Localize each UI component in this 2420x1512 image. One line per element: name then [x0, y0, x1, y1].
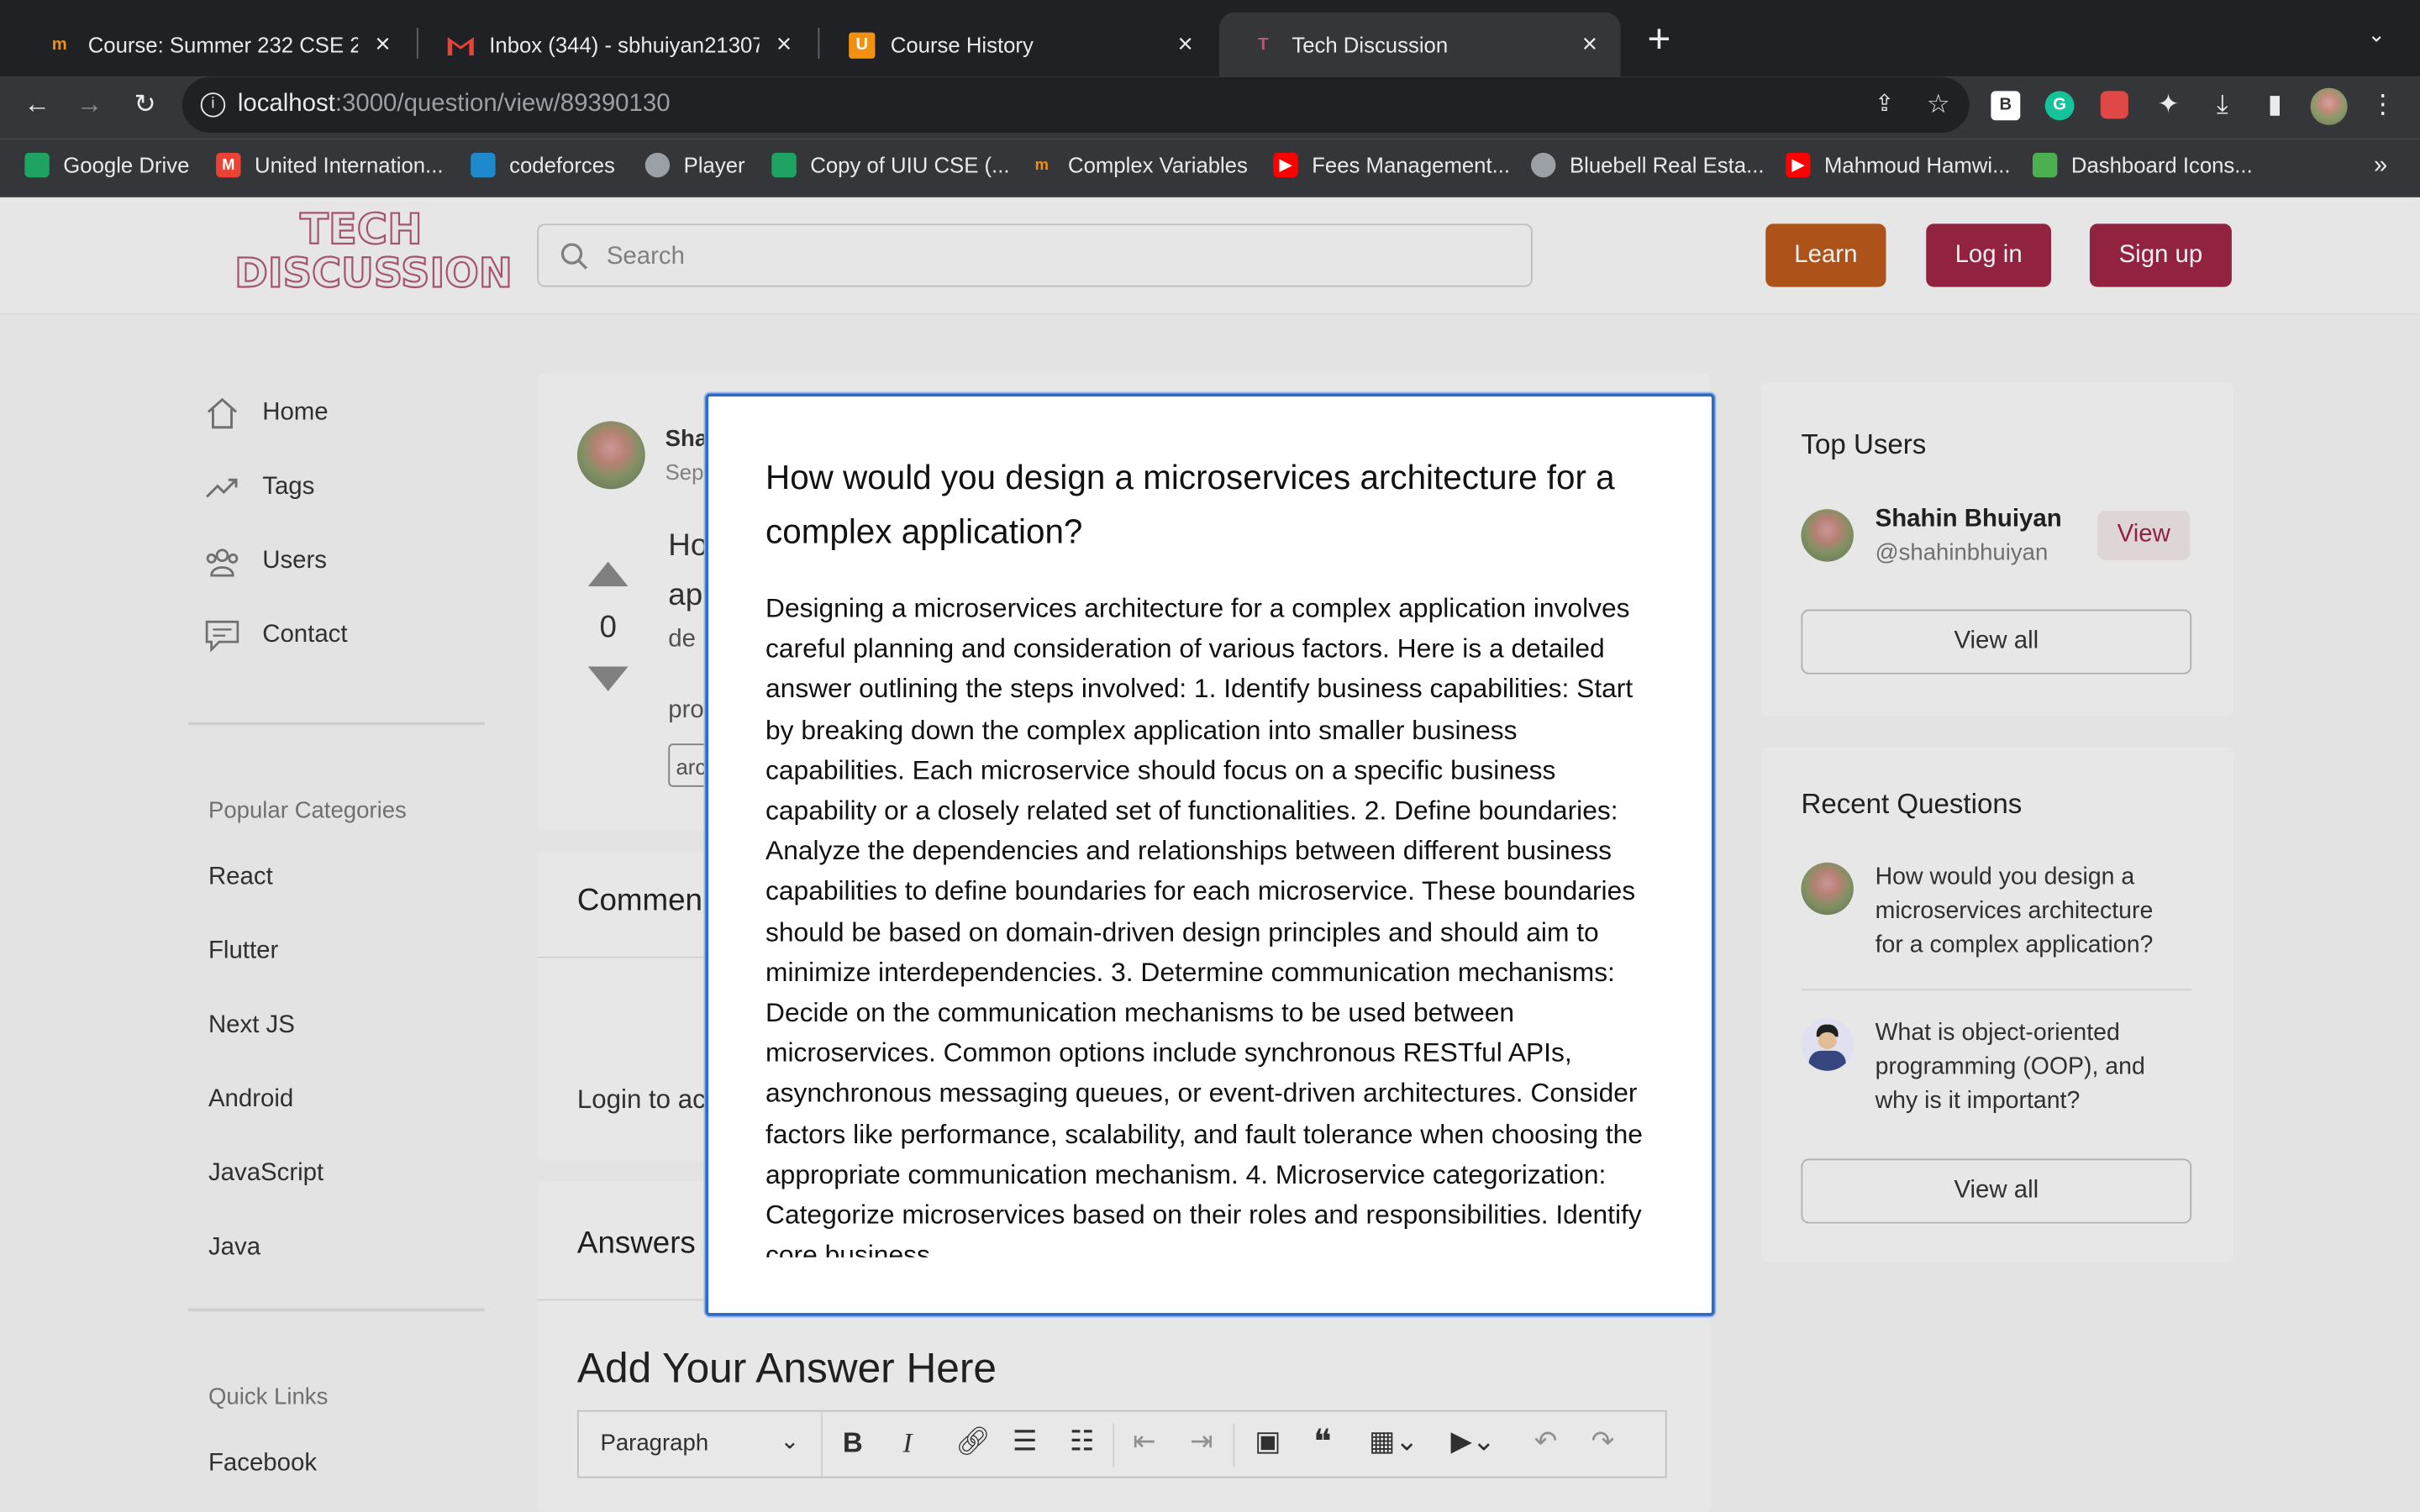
- codeforces-icon: [471, 152, 496, 178]
- menu-kebab-icon[interactable]: ⋮: [2365, 87, 2402, 123]
- side-panel-icon[interactable]: ▮: [2256, 87, 2293, 123]
- share-icon[interactable]: ⇪: [1866, 87, 1903, 123]
- extension-red-icon[interactable]: [2100, 91, 2128, 119]
- back-icon[interactable]: ←: [18, 87, 55, 123]
- grammarly-icon[interactable]: G: [2044, 91, 2075, 121]
- bookmark[interactable]: Copy of UIU CSE (...: [771, 152, 1010, 178]
- bookmark[interactable]: Player: [644, 152, 745, 178]
- browser-tab[interactable]: Inbox (344) - sbhuiyan2130750 ×: [417, 13, 815, 77]
- extension-b-icon[interactable]: B: [1991, 91, 2021, 121]
- screen: m Course: Summer 232 CSE 2218 × Inbox (3…: [0, 0, 2420, 1512]
- new-tab-button[interactable]: +: [1642, 18, 1676, 59]
- uiu-icon: U: [849, 31, 876, 58]
- m-logo-icon: m: [1034, 156, 1049, 174]
- dashboard-icon: [2032, 152, 2058, 178]
- info-icon[interactable]: i: [200, 92, 226, 118]
- bookmarks-bar: Google Drive M United Internation... code…: [0, 139, 2420, 198]
- browser-toolbar: ← → ↻ i localhost:3000/question/view/893…: [0, 76, 2420, 139]
- browser-tab[interactable]: m Course: Summer 232 CSE 2218 ×: [15, 13, 413, 77]
- drive-icon: [771, 152, 797, 178]
- bookmark[interactable]: Bluebell Real Esta...: [1531, 152, 1765, 178]
- download-icon[interactable]: ⤓: [2204, 87, 2241, 123]
- bookmark[interactable]: Google Drive: [24, 152, 189, 178]
- globe-icon: [644, 152, 671, 178]
- profile-avatar[interactable]: [2310, 87, 2348, 125]
- tab-title: Inbox (344) - sbhuiyan2130750: [489, 32, 760, 57]
- browser-tab[interactable]: U Course History ×: [818, 13, 1216, 77]
- url-text: localhost:3000/question/view/89390130: [237, 91, 671, 118]
- modal-title: How would you design a microservices arc…: [765, 458, 1615, 551]
- bookmark[interactable]: ▶ Fees Management...: [1273, 152, 1510, 178]
- tab-title: Course: Summer 232 CSE 2218: [87, 32, 358, 57]
- browser-tab-bar: m Course: Summer 232 CSE 2218 × Inbox (3…: [0, 0, 2420, 77]
- tab-title: Tech Discussion: [1292, 32, 1449, 57]
- globe-icon: [1531, 152, 1556, 178]
- youtube-icon: ▶: [1273, 152, 1298, 178]
- bookmark[interactable]: M United Internation...: [216, 152, 443, 178]
- tab-title: Course History: [890, 32, 1034, 57]
- gmail-icon: [447, 32, 474, 58]
- forward-icon[interactable]: →: [71, 87, 108, 123]
- close-icon[interactable]: ×: [371, 29, 395, 60]
- question-preview-modal: How would you design a microservices arc…: [705, 393, 1715, 1316]
- puzzle-icon[interactable]: ✦: [2150, 87, 2187, 123]
- browser-tab-active[interactable]: T Tech Discussion ×: [1219, 12, 1621, 77]
- bookmark[interactable]: m Complex Variables: [1029, 153, 1248, 177]
- youtube-icon: ▶: [1786, 152, 1811, 178]
- chevron-down-icon[interactable]: ⌄: [2368, 22, 2386, 48]
- close-icon[interactable]: ×: [1577, 29, 1602, 60]
- close-icon[interactable]: ×: [1173, 29, 1197, 60]
- bookmark[interactable]: ▶ Mahmoud Hamwi...: [1786, 152, 2011, 178]
- reload-icon[interactable]: ↻: [127, 87, 164, 123]
- gmail-icon: M: [216, 152, 241, 178]
- star-icon[interactable]: ☆: [1920, 87, 1957, 123]
- modal-body: Designing a microservices architecture f…: [765, 592, 1643, 1257]
- bookmark[interactable]: Dashboard Icons...: [2032, 152, 2253, 178]
- more-bookmarks-icon[interactable]: »: [2374, 153, 2387, 181]
- address-bar[interactable]: i localhost:3000/question/view/89390130 …: [182, 76, 1970, 133]
- tech-discussion-icon: T: [1258, 35, 1269, 55]
- m-logo-icon: m: [51, 35, 67, 55]
- bookmark[interactable]: codeforces: [471, 152, 615, 178]
- close-icon[interactable]: ×: [771, 29, 796, 60]
- drive-icon: [24, 152, 50, 178]
